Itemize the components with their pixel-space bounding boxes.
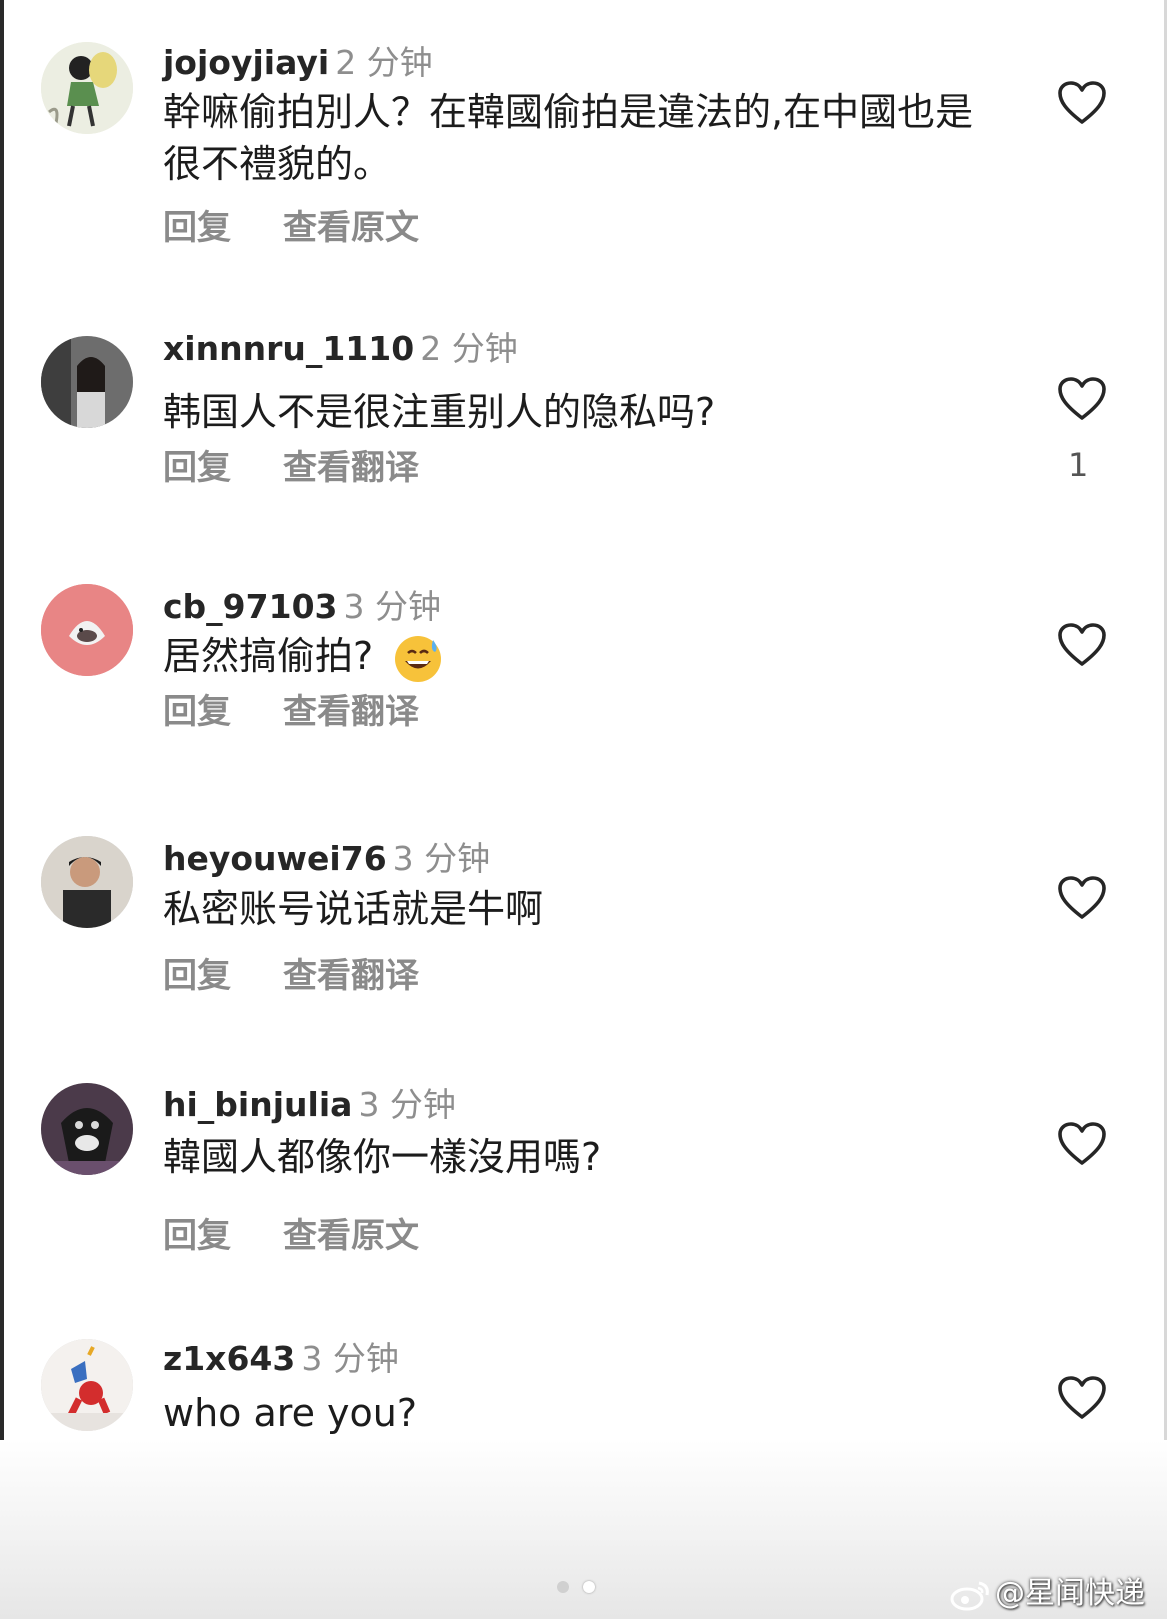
timestamp: 2 分钟 bbox=[420, 329, 518, 368]
comment-meta: heyouwei76 3 分钟 bbox=[163, 832, 490, 880]
reply-button[interactable]: 回复 bbox=[163, 208, 231, 248]
comment-actions: 回复 查看翻译 bbox=[163, 440, 419, 489]
avatar[interactable] bbox=[41, 584, 133, 676]
heart-outline-icon bbox=[1058, 81, 1106, 124]
watermark-text: @星闻快递 bbox=[995, 1576, 1145, 1611]
timestamp: 3 分钟 bbox=[392, 839, 491, 878]
left-edge bbox=[0, 0, 4, 1619]
carousel-dot-active[interactable] bbox=[583, 1581, 595, 1593]
view-translation-button[interactable]: 查看翻译 bbox=[283, 692, 419, 732]
view-translation-button[interactable]: 查看翻译 bbox=[283, 956, 419, 996]
heart-outline-icon bbox=[1058, 876, 1106, 919]
like-button[interactable] bbox=[1057, 1121, 1107, 1167]
avatar[interactable] bbox=[41, 42, 133, 134]
username[interactable]: heyouwei76 bbox=[163, 839, 387, 878]
comment-meta: jojoyjiayi 2 分钟 bbox=[163, 36, 433, 84]
username[interactable]: z1x643 bbox=[163, 1339, 295, 1378]
comment-text: 幹嘛偷拍別人？在韓國偷拍是違法的,在中國也是很不禮貌的。 bbox=[163, 90, 974, 186]
avatar[interactable] bbox=[41, 1083, 133, 1175]
comment-text: 私密账号说话就是牛啊 bbox=[163, 887, 544, 931]
like-button[interactable] bbox=[1057, 622, 1107, 668]
timestamp: 2 分钟 bbox=[335, 43, 433, 82]
avatar[interactable] bbox=[41, 836, 133, 928]
like-button[interactable] bbox=[1057, 376, 1107, 422]
heart-outline-icon bbox=[1058, 377, 1106, 420]
timestamp: 3 分钟 bbox=[358, 1085, 456, 1124]
watermark: @星闻快递 bbox=[949, 1568, 1145, 1612]
like-button[interactable] bbox=[1057, 80, 1107, 126]
comment-actions: 回复 查看原文 bbox=[163, 1208, 419, 1257]
comment-text: who are you? bbox=[163, 1391, 418, 1435]
view-original-button[interactable]: 查看原文 bbox=[283, 1216, 419, 1256]
avatar[interactable] bbox=[41, 1339, 133, 1431]
username[interactable]: hi_binjulia bbox=[163, 1085, 352, 1124]
comment-meta: xinnnru_1110 2 分钟 bbox=[163, 322, 518, 370]
comment-text-content: 居然搞偷拍? bbox=[163, 634, 374, 678]
comment-actions: 回复 查看翻译 bbox=[163, 684, 419, 733]
comment-text: 韩国人不是很注重别人的隐私吗? bbox=[163, 390, 716, 434]
heart-outline-icon bbox=[1058, 1122, 1106, 1165]
avatar[interactable] bbox=[41, 336, 133, 428]
heart-outline-icon bbox=[1058, 1376, 1106, 1419]
weibo-icon bbox=[950, 1581, 989, 1610]
grinning-sweat-emoji bbox=[395, 635, 442, 682]
view-translation-button[interactable]: 查看翻译 bbox=[283, 448, 419, 488]
view-original-button[interactable]: 查看原文 bbox=[283, 208, 419, 248]
comment-actions: 回复 查看翻译 bbox=[163, 948, 419, 997]
reply-button[interactable]: 回复 bbox=[163, 448, 231, 488]
reply-button[interactable]: 回复 bbox=[163, 692, 231, 732]
comment-text: 韓國人都像你一樣沒用嗎? bbox=[163, 1135, 602, 1179]
like-button[interactable] bbox=[1057, 1375, 1107, 1421]
comment-actions: 回复 查看原文 bbox=[163, 200, 419, 249]
comment-text: 居然搞偷拍? bbox=[163, 630, 983, 684]
username[interactable]: cb_97103 bbox=[163, 587, 338, 626]
reply-button[interactable]: 回复 bbox=[163, 956, 231, 996]
carousel-dot[interactable] bbox=[557, 1581, 569, 1593]
comment-meta: cb_97103 3 分钟 bbox=[163, 580, 441, 628]
timestamp: 3 分钟 bbox=[343, 587, 442, 626]
username[interactable]: jojoyjiayi bbox=[163, 43, 329, 82]
comment-meta: z1x643 3 分钟 bbox=[163, 1332, 399, 1380]
like-button[interactable] bbox=[1057, 875, 1107, 921]
heart-outline-icon bbox=[1058, 623, 1106, 666]
comment-meta: hi_binjulia 3 分钟 bbox=[163, 1078, 456, 1126]
timestamp: 3 分钟 bbox=[301, 1339, 399, 1378]
reply-button[interactable]: 回复 bbox=[163, 1216, 231, 1256]
like-count: 1 bbox=[1068, 446, 1089, 484]
username[interactable]: xinnnru_1110 bbox=[163, 329, 414, 368]
